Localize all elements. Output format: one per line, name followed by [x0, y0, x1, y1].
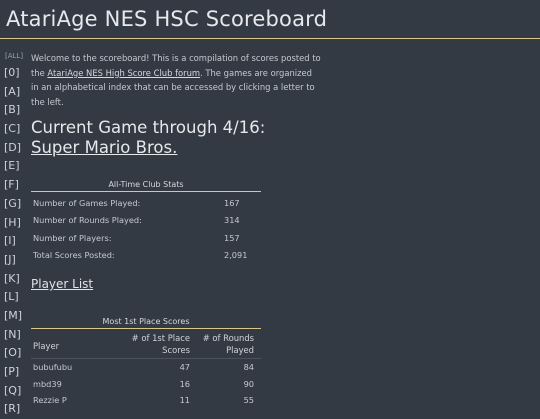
sidebar-letter-link[interactable]: [A] [4, 83, 26, 102]
stat-label: Number of Players: [33, 232, 112, 243]
player-name-cell[interactable]: bubufubu [33, 359, 72, 376]
sidebar-letter-link[interactable]: [P] [4, 363, 26, 382]
table-row: Number of Games Played: 167 [31, 195, 261, 212]
sidebar-letter-link[interactable]: [I] [4, 232, 26, 251]
rounds-played-cell: 90 [243, 378, 254, 389]
sidebar-letter-link[interactable]: [B] [4, 101, 26, 120]
sidebar-letter-link[interactable]: [E] [4, 157, 26, 176]
table-row: mbd39 16 90 [31, 376, 261, 393]
first-place-table: bubufubu 47 84 mbd39 16 90 Rezzie P 11 55 [31, 359, 261, 409]
sidebar-letter-link[interactable]: [M] [4, 307, 26, 326]
intro-section: Welcome to the scoreboard! This is a com… [31, 51, 531, 109]
sidebar-letter-link[interactable]: [0] [4, 64, 26, 83]
sidebar-letter-link[interactable]: [F] [4, 176, 26, 195]
sidebar-letter-link[interactable]: [C] [4, 120, 26, 139]
stat-value: 167 [224, 198, 240, 208]
current-game-heading: Current Game through 4/16: [31, 118, 266, 137]
player-list-link[interactable]: Player List [31, 277, 93, 291]
stat-label: Number of Games Played: [33, 198, 141, 208]
player-name-cell[interactable]: Rezzie P [33, 392, 67, 409]
table-row: Rezzie P 11 55 [31, 392, 261, 409]
club-stats-table: Number of Games Played: 167 Number of Roun… [31, 195, 261, 264]
table-row: Number of Rounds Played: 314 [31, 212, 261, 229]
sidebar-letter-link[interactable]: [R] [4, 400, 26, 419]
sidebar-letter-link[interactable]: [O] [4, 344, 26, 363]
letter-index-sidebar: [ALL] [0] [A] [B] [C] [D] [E] [F] [G] [H] [I] [J][… [4, 52, 26, 419]
table-row: bubufubu 47 84 [31, 359, 261, 376]
column-header-rounds: # of Rounds Played [202, 333, 254, 355]
letter-list: [0] [A] [B] [C] [D] [E] [F] [G] [H] [I] [J] [K] [L][… [4, 64, 26, 419]
table-row: Total Scores Posted: 2,091 [31, 247, 261, 264]
sidebar-letter-link[interactable]: [N] [4, 326, 26, 345]
column-header-player: Player [33, 341, 60, 351]
player-name-cell[interactable]: mbd39 [33, 376, 62, 393]
hsc-forum-link[interactable]: AtariAge NES High Score Club forum [47, 68, 200, 78]
rounds-played-cell: 55 [243, 395, 254, 405]
intro-text: Welcome to the scoreboard! This is a com… [31, 51, 321, 109]
current-game-link[interactable]: Super Mario Bros. [31, 138, 177, 157]
sidebar-letter-link[interactable]: [G] [4, 195, 26, 214]
first-place-divider [31, 328, 261, 329]
stat-value: 157 [224, 232, 240, 243]
first-place-count-cell: 47 [179, 362, 190, 372]
stat-label: Number of Rounds Played: [33, 215, 142, 226]
club-stats-divider [31, 191, 261, 192]
sidebar-letter-link[interactable]: [D] [4, 139, 26, 158]
first-place-count-cell: 16 [179, 378, 190, 389]
first-place-header: Player # of 1st Place Scores # of Rounds… [31, 332, 261, 358]
header: AtariAge NES HSC Scoreboard [0, 0, 540, 39]
sidebar-item-all[interactable]: [ALL] [5, 52, 26, 60]
stat-value: 2,091 [224, 249, 248, 260]
club-stats-caption: All-Time Club Stats [108, 180, 184, 189]
table-row: Number of Players: 157 [31, 230, 261, 247]
rounds-played-cell: 84 [243, 362, 254, 372]
stat-value: 314 [224, 215, 240, 226]
first-place-caption: Most 1st Place Scores [102, 317, 190, 326]
site-title: AtariAge NES HSC Scoreboard [6, 7, 328, 31]
sidebar-letter-link[interactable]: [L] [4, 288, 26, 307]
sidebar-letter-link[interactable]: [J] [4, 251, 26, 270]
sidebar-letter-link[interactable]: [Q] [4, 382, 26, 401]
stat-label: Total Scores Posted: [33, 249, 115, 260]
sidebar-letter-link[interactable]: [K] [4, 270, 26, 289]
column-header-first-place: # of 1st Place Scores [131, 333, 190, 355]
first-place-count-cell: 11 [179, 395, 190, 405]
sidebar-letter-link[interactable]: [H] [4, 214, 26, 233]
